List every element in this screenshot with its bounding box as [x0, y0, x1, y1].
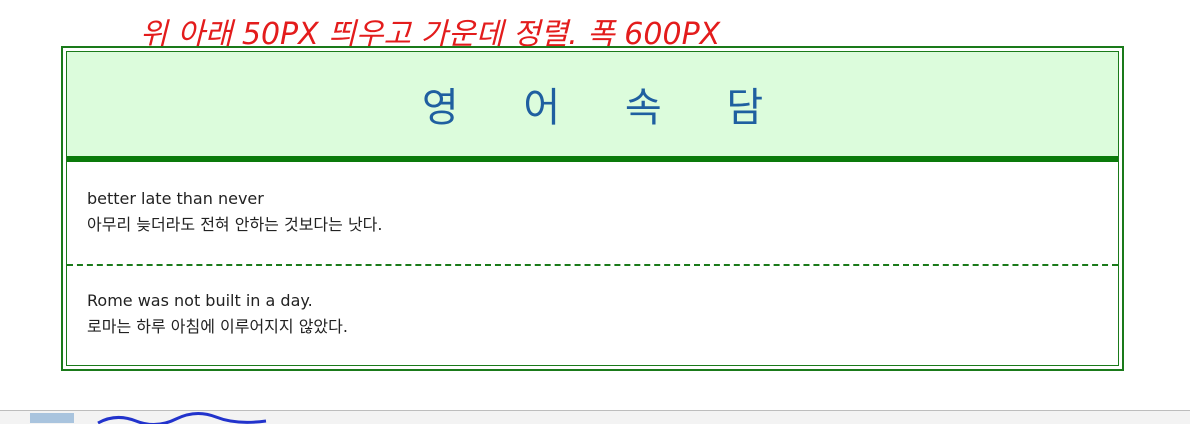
proverb-korean: 아무리 늦더라도 전혀 안하는 것보다는 낫다. — [87, 215, 383, 234]
strip-scribble — [97, 412, 267, 424]
header-divider — [67, 156, 1118, 162]
card-title: 영 어 속 담 — [421, 85, 790, 131]
strip-thumbnail — [30, 413, 74, 423]
proverb-english: better late than never — [87, 189, 264, 208]
proverb-item: better late than never 아무리 늦더라도 전혀 안하는 것… — [87, 186, 1098, 238]
proverb-english: Rome was not built in a day. — [87, 291, 313, 310]
proverb-item: Rome was not built in a day. 로마는 하루 아침에 … — [87, 288, 1098, 340]
dashed-divider — [67, 264, 1118, 266]
card-header: 영 어 속 담 — [67, 52, 1118, 156]
proverb-card-inner: 영 어 속 담 better late than never 아무리 늦더라도 … — [66, 51, 1119, 366]
proverb-card: 영 어 속 담 better late than never 아무리 늦더라도 … — [61, 46, 1124, 371]
proverb-korean: 로마는 하루 아침에 이루어지지 않았다. — [87, 317, 348, 336]
bottom-strip — [0, 410, 1190, 424]
